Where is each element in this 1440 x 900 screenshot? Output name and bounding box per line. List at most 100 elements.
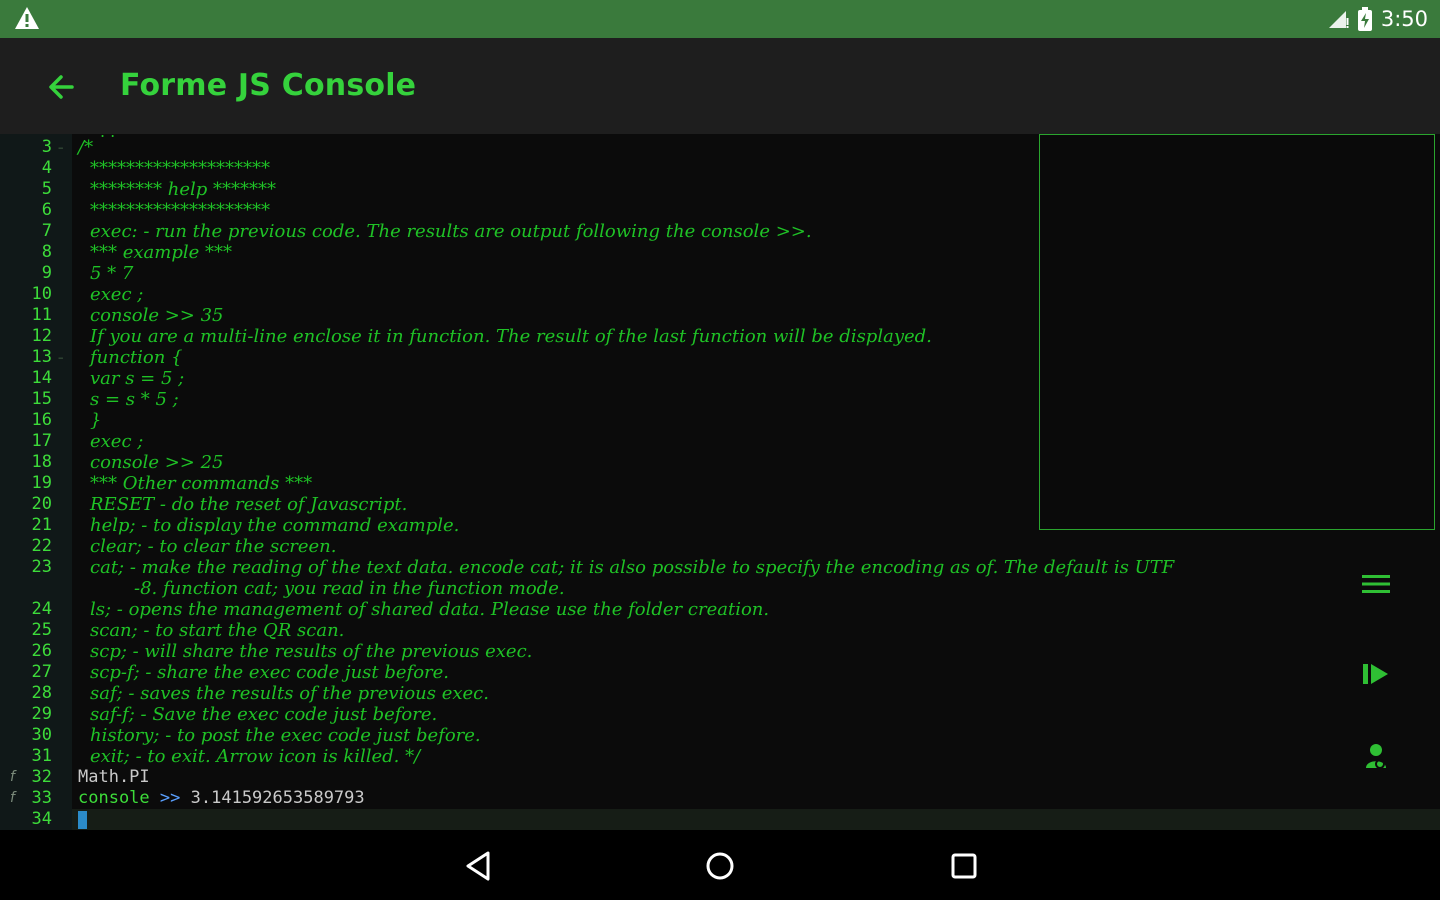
line-number: 25 [31, 620, 52, 640]
status-time: 3:50 [1380, 7, 1428, 31]
code-line[interactable]: 24 ls; - opens the management of shared d… [0, 599, 1440, 620]
code-text: saf-f; - Save the exec code just before. [90, 704, 438, 725]
line-number: 9 [41, 263, 52, 283]
line-number: 6 [41, 200, 52, 220]
run-play-icon [1363, 664, 1388, 684]
line-number: 5 [41, 179, 52, 199]
code-line[interactable]: 29 saf-f; - Save the exec code just befor… [0, 704, 1440, 725]
user-button[interactable] [1344, 724, 1408, 788]
arrow-back-icon[interactable] [38, 64, 84, 110]
line-number: 27 [31, 662, 52, 682]
code-text: ls; - opens the management of shared dat… [90, 599, 770, 620]
cell-signal-icon [1328, 11, 1349, 28]
code-editor[interactable]: . . 3–/*4********************5******** h… [0, 134, 1440, 830]
code-text: exec: - run the previous code. The resul… [90, 221, 812, 242]
code-text: console >> 35 [90, 305, 224, 326]
status-bar: 3:50 [0, 0, 1440, 38]
code-text: If you are a multi-line enclose it in fu… [90, 326, 932, 347]
line-number: 28 [31, 683, 52, 703]
line-number: 11 [31, 305, 52, 325]
line-number: 12 [31, 326, 52, 346]
line-number: 18 [31, 452, 52, 472]
line-number: 24 [31, 599, 52, 619]
line-number: 21 [31, 515, 52, 535]
console-keyword: console [78, 788, 150, 808]
code-line[interactable]: 28 saf; - saves the results of the previo… [0, 683, 1440, 704]
console-operator: >> [159, 788, 181, 808]
code-text: ******************** [90, 158, 270, 179]
code-text: s = s * 5 ; [90, 389, 179, 410]
line-number: 34 [31, 809, 52, 829]
code-text: exec ; [90, 431, 144, 452]
code-text: Math.PI [78, 767, 150, 787]
code-text: clear; - to clear the screen. [90, 536, 337, 557]
nav-back-triangle-icon[interactable] [460, 848, 496, 884]
code-text: cat; - make the reading of the text data… [90, 557, 1175, 578]
code-text: *** example *** [90, 242, 232, 263]
nav-home-circle-icon[interactable] [702, 848, 738, 884]
code-line[interactable]: f 33 console >> 3.141592653589793 [0, 788, 1440, 809]
code-text: console >> 3.141592653589793 [78, 788, 365, 809]
fold-toggle-icon[interactable]: – [58, 137, 64, 158]
code-text: help; - to display the command example. [90, 515, 460, 536]
code-text: history; - to post the exec code just be… [90, 725, 481, 746]
line-number: 19 [31, 473, 52, 493]
console-value: 3.141592653589793 [190, 788, 365, 808]
code-line[interactable]: 31 exit; - to exit. Arrow icon is killed.… [0, 746, 1440, 767]
line-number: 23 [31, 557, 52, 577]
line-number: 32 [31, 767, 52, 787]
code-text: console >> 25 [90, 452, 224, 473]
code-line[interactable]: 25 scan; - to start the QR scan. [0, 620, 1440, 641]
code-text: saf; - saves the results of the previous… [90, 683, 489, 704]
code-line[interactable]: 22 clear; - to clear the screen. [0, 536, 1440, 557]
code-text: } [90, 410, 102, 431]
code-text: -8. function cat; you read in the functi… [134, 578, 565, 599]
battery-charging-icon [1357, 7, 1372, 31]
line-number: 33 [31, 788, 52, 808]
line-number: 20 [31, 494, 52, 514]
code-line[interactable]: 23 cat; - make the reading of the text da… [0, 557, 1440, 578]
code-text: exit; - to exit. Arrow icon is killed. *… [90, 746, 421, 767]
code-text: scp; - will share the results of the pre… [90, 641, 533, 662]
line-number: 16 [31, 410, 52, 430]
code-text: var s = 5 ; [90, 368, 185, 389]
menu-button[interactable] [1344, 552, 1408, 616]
code-text: function { [90, 347, 183, 368]
status-right-group: 3:50 [1327, 0, 1428, 38]
line-number: 31 [31, 746, 52, 766]
menu-lines-icon [1362, 575, 1390, 593]
line-number: 4 [41, 158, 52, 178]
line-number: 13 [31, 347, 52, 367]
code-line[interactable]: -8. function cat; you read in the functi… [0, 578, 1440, 599]
line-number: 17 [31, 431, 52, 451]
code-line[interactable]: 34 [0, 809, 1440, 830]
code-text: exec ; [90, 284, 144, 305]
code-line[interactable]: 26 scp; - will share the results of the p… [0, 641, 1440, 662]
code-line[interactable]: 30 history; - to post the exec code just … [0, 725, 1440, 746]
code-text: *** Other commands *** [90, 473, 313, 494]
code-text: 5 * 7 [90, 263, 134, 284]
code-text: /* [78, 137, 94, 158]
warning-triangle-icon [15, 7, 39, 29]
output-overlay-panel [1039, 134, 1435, 530]
code-line[interactable]: f 32 Math.PI [0, 767, 1440, 788]
code-text: ******************** [90, 200, 270, 221]
page-title: Forme JS Console [120, 68, 417, 103]
person-icon [1366, 744, 1386, 769]
line-number: 15 [31, 389, 52, 409]
line-number: 7 [41, 221, 52, 241]
code-text: RESET - do the reset of Javascript. [90, 494, 408, 515]
app-bar: Forme JS Console [0, 38, 1440, 134]
nav-recents-square-icon[interactable] [946, 848, 982, 884]
code-text: ******** help ******* [90, 179, 276, 200]
line-number: 22 [31, 536, 52, 556]
line-number: 10 [31, 284, 52, 304]
run-button[interactable] [1344, 642, 1408, 706]
navigation-bar [0, 830, 1440, 900]
line-number: 26 [31, 641, 52, 661]
code-text: scan; - to start the QR scan. [90, 620, 345, 641]
fold-toggle-icon[interactable]: – [58, 347, 64, 368]
line-number: 30 [31, 725, 52, 745]
text-caret[interactable] [78, 811, 87, 829]
code-line[interactable]: 27 scp-f; - share the exec code just befo… [0, 662, 1440, 683]
